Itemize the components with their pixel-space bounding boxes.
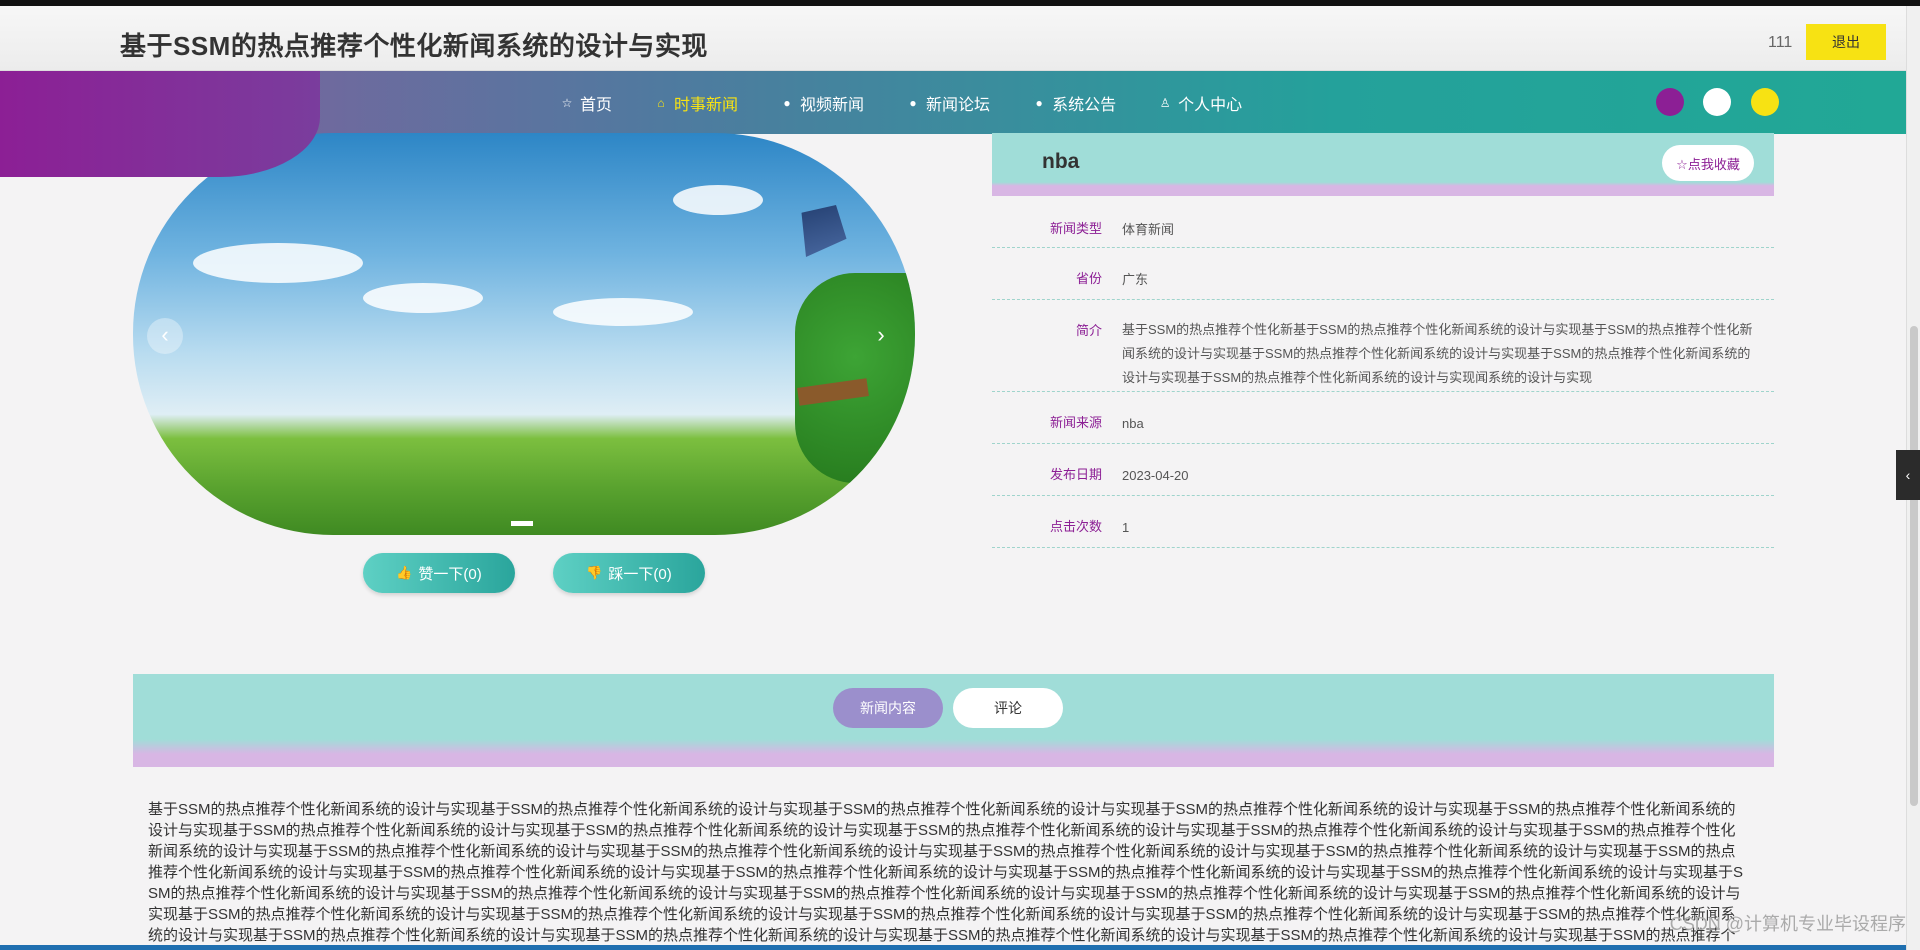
detail-label: 新闻来源 xyxy=(1049,415,1102,430)
like-label: 赞一下(0) xyxy=(418,565,482,583)
detail-label: 省份 xyxy=(1075,271,1102,286)
thumbs-up-icon: 👍 xyxy=(396,565,413,580)
cloud-shape xyxy=(673,185,763,215)
scrollbar-thumb[interactable] xyxy=(1910,326,1918,806)
tree-graphic xyxy=(795,273,915,483)
nav-item-profile[interactable]: ♙ 个人中心 xyxy=(1158,91,1242,115)
sidebar-toggle-button[interactable]: ‹ xyxy=(1896,450,1920,500)
help-circle-icon: ● xyxy=(909,95,917,110)
detail-label: 点击次数 xyxy=(1049,519,1102,534)
tab-news-content[interactable]: 新闻内容 xyxy=(833,688,943,728)
tab-comments[interactable]: 评论 xyxy=(953,688,1063,728)
detail-label: 新闻类型 xyxy=(1049,221,1102,236)
nav-item-current-news[interactable]: ⌂ 时事新闻 xyxy=(654,91,738,115)
detail-row-summary: 简介 基于SSM的热点推荐个性化新基于SSM的热点推荐个性化新闻系统的设计与实现… xyxy=(992,300,1774,392)
detail-value: 2023-04-20 xyxy=(1122,468,1189,483)
theme-white-dot[interactable] xyxy=(1703,88,1731,116)
nav-item-forum[interactable]: ● 新闻论坛 xyxy=(906,91,990,115)
kite-graphic xyxy=(783,192,858,270)
dislike-button[interactable]: 👎 踩一下(0) xyxy=(553,553,705,593)
nav-item-label: 新闻论坛 xyxy=(926,96,991,114)
logout-button[interactable]: 退出 xyxy=(1806,24,1886,60)
detail-row-province: 省份 广东 xyxy=(992,248,1774,300)
nav-item-label: 个人中心 xyxy=(1178,96,1243,114)
like-button[interactable]: 👍 赞一下(0) xyxy=(363,553,515,593)
detail-value: 基于SSM的热点推荐个性化新基于SSM的热点推荐个性化新闻系统的设计与实现基于S… xyxy=(1122,322,1753,385)
site-title: 基于SSM的热点推荐个性化新闻系统的设计与实现 xyxy=(120,31,708,61)
carousel-prev-arrow[interactable]: ‹ xyxy=(147,318,183,354)
lock-icon: ⌂ xyxy=(657,95,665,110)
info-circle-icon: ● xyxy=(783,95,791,110)
detail-value: 广东 xyxy=(1122,272,1149,287)
nav-item-label: 首页 xyxy=(580,96,613,114)
detail-value: nba xyxy=(1122,416,1144,431)
carousel-next-arrow[interactable]: › xyxy=(863,318,899,354)
user-icon: ♙ xyxy=(1159,95,1171,110)
detail-value: 1 xyxy=(1122,520,1130,535)
dislike-label: 踩一下(0) xyxy=(608,565,672,583)
nav-items: ☆ 首页 ⌂ 时事新闻 ● 视频新闻 ● 新闻论坛 ● 系统公告 ♙ 个人中心 xyxy=(560,71,1284,134)
theme-purple-dot[interactable] xyxy=(1656,88,1684,116)
news-image-carousel[interactable]: ‹ › xyxy=(133,133,915,535)
detail-value: 体育新闻 xyxy=(1122,222,1175,237)
username-label: 111 xyxy=(1768,34,1793,51)
nav-item-announcements[interactable]: ● 系统公告 xyxy=(1032,91,1116,115)
cloud-shape xyxy=(553,298,693,326)
detail-label: 发布日期 xyxy=(1049,467,1102,482)
thumbs-down-icon: 👎 xyxy=(586,565,603,580)
favorite-button[interactable]: ☆点我收藏 xyxy=(1662,145,1754,181)
carousel-indicator[interactable] xyxy=(511,521,533,526)
site-header: 基于SSM的热点推荐个性化新闻系统的设计与实现 111 退出 xyxy=(0,6,1906,71)
theme-yellow-dot[interactable] xyxy=(1751,88,1779,116)
cloud-shape xyxy=(363,283,483,313)
detail-row-source: 新闻来源 nba xyxy=(992,392,1774,444)
bottom-border xyxy=(0,945,1906,950)
nav-item-label: 系统公告 xyxy=(1052,96,1117,114)
detail-label: 简介 xyxy=(1075,323,1102,338)
article-body: 基于SSM的热点推荐个性化新闻系统的设计与实现基于SSM的热点推荐个性化新闻系统… xyxy=(148,801,1744,950)
nav-item-home[interactable]: ☆ 首页 xyxy=(560,91,612,115)
star-outline-icon: ☆ xyxy=(561,95,573,110)
cloud-shape xyxy=(193,243,363,283)
nav-item-video-news[interactable]: ● 视频新闻 xyxy=(780,91,864,115)
detail-row-click-count: 点击次数 1 xyxy=(992,496,1774,548)
content-tab-bar: 新闻内容 评论 xyxy=(133,674,1774,767)
news-title: nba xyxy=(1042,150,1080,173)
detail-row-news-type: 新闻类型 体育新闻 xyxy=(992,210,1774,248)
nav-item-label: 时事新闻 xyxy=(674,96,739,114)
detail-row-publish-date: 发布日期 2023-04-20 xyxy=(992,444,1774,496)
news-detail-header: nba ☆点我收藏 xyxy=(992,133,1774,196)
watermark-text: CSDN @计算机专业毕设程序 xyxy=(1669,914,1906,934)
info-circle-icon: ● xyxy=(1035,95,1043,110)
nav-decoration xyxy=(0,71,320,177)
nav-item-label: 视频新闻 xyxy=(800,96,865,114)
